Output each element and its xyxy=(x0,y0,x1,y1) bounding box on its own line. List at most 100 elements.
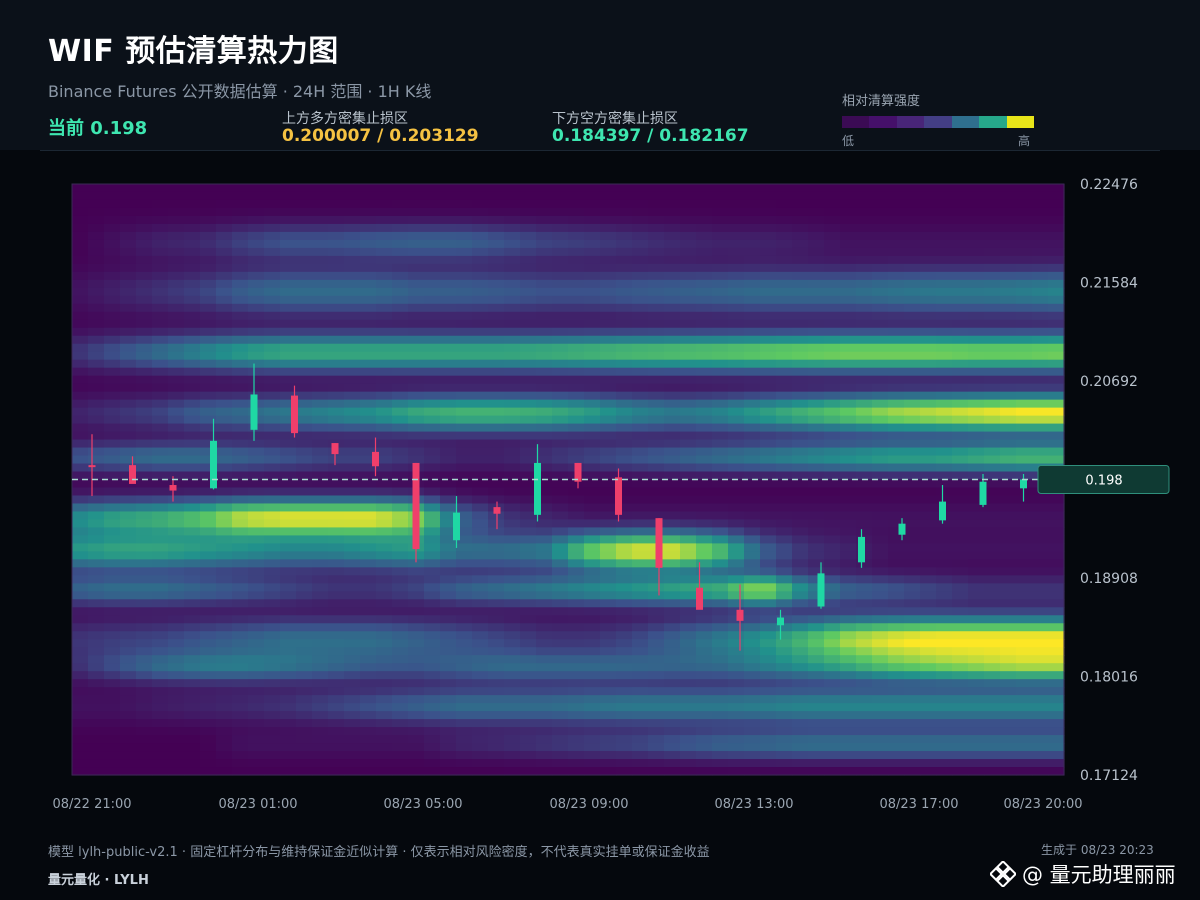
heatmap-cell xyxy=(920,391,937,401)
heatmap-cell xyxy=(552,767,569,776)
heatmap-cell xyxy=(952,239,969,249)
heatmap-cell xyxy=(1016,463,1033,473)
heatmap-cell xyxy=(808,767,825,776)
heatmap-cell xyxy=(952,583,969,592)
heatmap-cell xyxy=(1048,335,1065,345)
heatmap-cell xyxy=(1016,615,1033,624)
heatmap-cell xyxy=(856,431,873,441)
heatmap-cell xyxy=(1016,495,1033,505)
heatmap-cell xyxy=(248,695,265,704)
heatmap-cell xyxy=(568,447,585,457)
heatmap-cell xyxy=(408,184,425,193)
heatmap-cell xyxy=(632,695,649,704)
heatmap-cell xyxy=(952,735,969,744)
heatmap-cell xyxy=(744,511,761,521)
heatmap-cell xyxy=(488,255,505,265)
heatmap-cell xyxy=(984,431,1001,441)
heatmap-cell xyxy=(504,567,521,576)
heatmap-cell xyxy=(72,535,89,544)
heatmap-cell xyxy=(312,591,329,600)
heatmap-cell xyxy=(664,215,681,225)
heatmap-cell xyxy=(504,423,521,433)
heatmap-cell xyxy=(152,359,169,369)
heatmap-cell xyxy=(792,599,809,608)
heatmap-cell xyxy=(472,463,489,473)
heatmap-cell xyxy=(456,479,473,489)
heatmap-cell xyxy=(1016,359,1033,369)
heatmap-cell xyxy=(792,647,809,656)
heatmap-cell xyxy=(248,639,265,648)
heatmap-cell xyxy=(872,359,889,369)
heatmap-cell xyxy=(424,207,441,217)
heatmap-cell xyxy=(472,439,489,449)
heatmap-cell xyxy=(504,431,521,441)
heatmap-cell xyxy=(424,511,441,521)
heatmap-cell xyxy=(584,671,601,680)
heatmap-cell xyxy=(824,511,841,521)
heatmap-cell xyxy=(952,719,969,728)
heatmap-cell xyxy=(904,767,921,776)
heatmap-cell xyxy=(632,687,649,696)
heatmap-cell xyxy=(72,239,89,249)
heatmap-cell xyxy=(200,759,217,768)
heatmap-cell xyxy=(120,743,137,752)
heatmap-cell xyxy=(744,239,761,249)
heatmap-cell xyxy=(504,343,521,353)
heatmap-cell xyxy=(472,655,489,664)
heatmap-cell xyxy=(696,255,713,265)
heatmap-cell xyxy=(344,759,361,768)
heatmap-cell xyxy=(216,207,233,217)
heatmap-cell xyxy=(360,759,377,768)
heatmap-cell xyxy=(664,319,681,329)
heatmap-cell xyxy=(136,767,153,776)
heatmap-cell xyxy=(200,223,217,233)
heatmap-cell xyxy=(760,335,777,345)
heatmap-cell xyxy=(632,519,649,529)
heatmap-cell xyxy=(792,695,809,704)
heatmap-cell xyxy=(728,655,745,664)
heatmap-cell xyxy=(104,687,121,696)
heatmap-cell xyxy=(136,263,153,273)
heatmap-cell xyxy=(872,535,889,544)
heatmap-cell xyxy=(344,615,361,624)
heatmap-cell xyxy=(1048,551,1065,560)
heatmap-cell xyxy=(1032,207,1049,217)
heatmap-cell xyxy=(296,367,313,377)
heatmap-cell xyxy=(456,431,473,441)
heatmap-cell xyxy=(648,439,665,449)
heatmap-cell xyxy=(392,335,409,345)
heatmap-cell xyxy=(216,255,233,265)
heatmap-cell xyxy=(904,335,921,345)
heatmap-cell xyxy=(248,503,265,513)
heatmap-cell xyxy=(408,719,425,728)
heatmap-cell xyxy=(280,487,297,497)
heatmap-cell xyxy=(680,703,697,712)
heatmap-cell xyxy=(712,487,729,497)
heatmap-cell xyxy=(744,551,761,560)
heatmap-cell xyxy=(600,271,617,281)
heatmap-cell xyxy=(904,343,921,353)
heatmap-cell xyxy=(488,463,505,473)
heatmap-cell xyxy=(984,271,1001,281)
y-tick-label: 0.18908 xyxy=(1080,571,1138,587)
heatmap-cell xyxy=(872,184,889,193)
heatmap-cell xyxy=(456,727,473,736)
heatmap-cell xyxy=(840,519,857,529)
heatmap-cell xyxy=(840,527,857,537)
heatmap-cell xyxy=(600,719,617,728)
heatmap-cell xyxy=(440,184,457,193)
heatmap-cell xyxy=(584,247,601,257)
heatmap-cell xyxy=(376,223,393,233)
heatmap-cell xyxy=(488,655,505,664)
heatmap-cell xyxy=(136,447,153,457)
heatmap-cell xyxy=(296,687,313,696)
heatmap-cell xyxy=(472,527,489,537)
heatmap-cell xyxy=(424,687,441,696)
heatmap-cell xyxy=(728,623,745,632)
heatmap-cell xyxy=(936,479,953,489)
heatmap-cell xyxy=(184,383,201,393)
heatmap-cell xyxy=(680,719,697,728)
heatmap-cell xyxy=(152,727,169,736)
heatmap-cell xyxy=(888,567,905,576)
heatmap-cell xyxy=(296,335,313,345)
